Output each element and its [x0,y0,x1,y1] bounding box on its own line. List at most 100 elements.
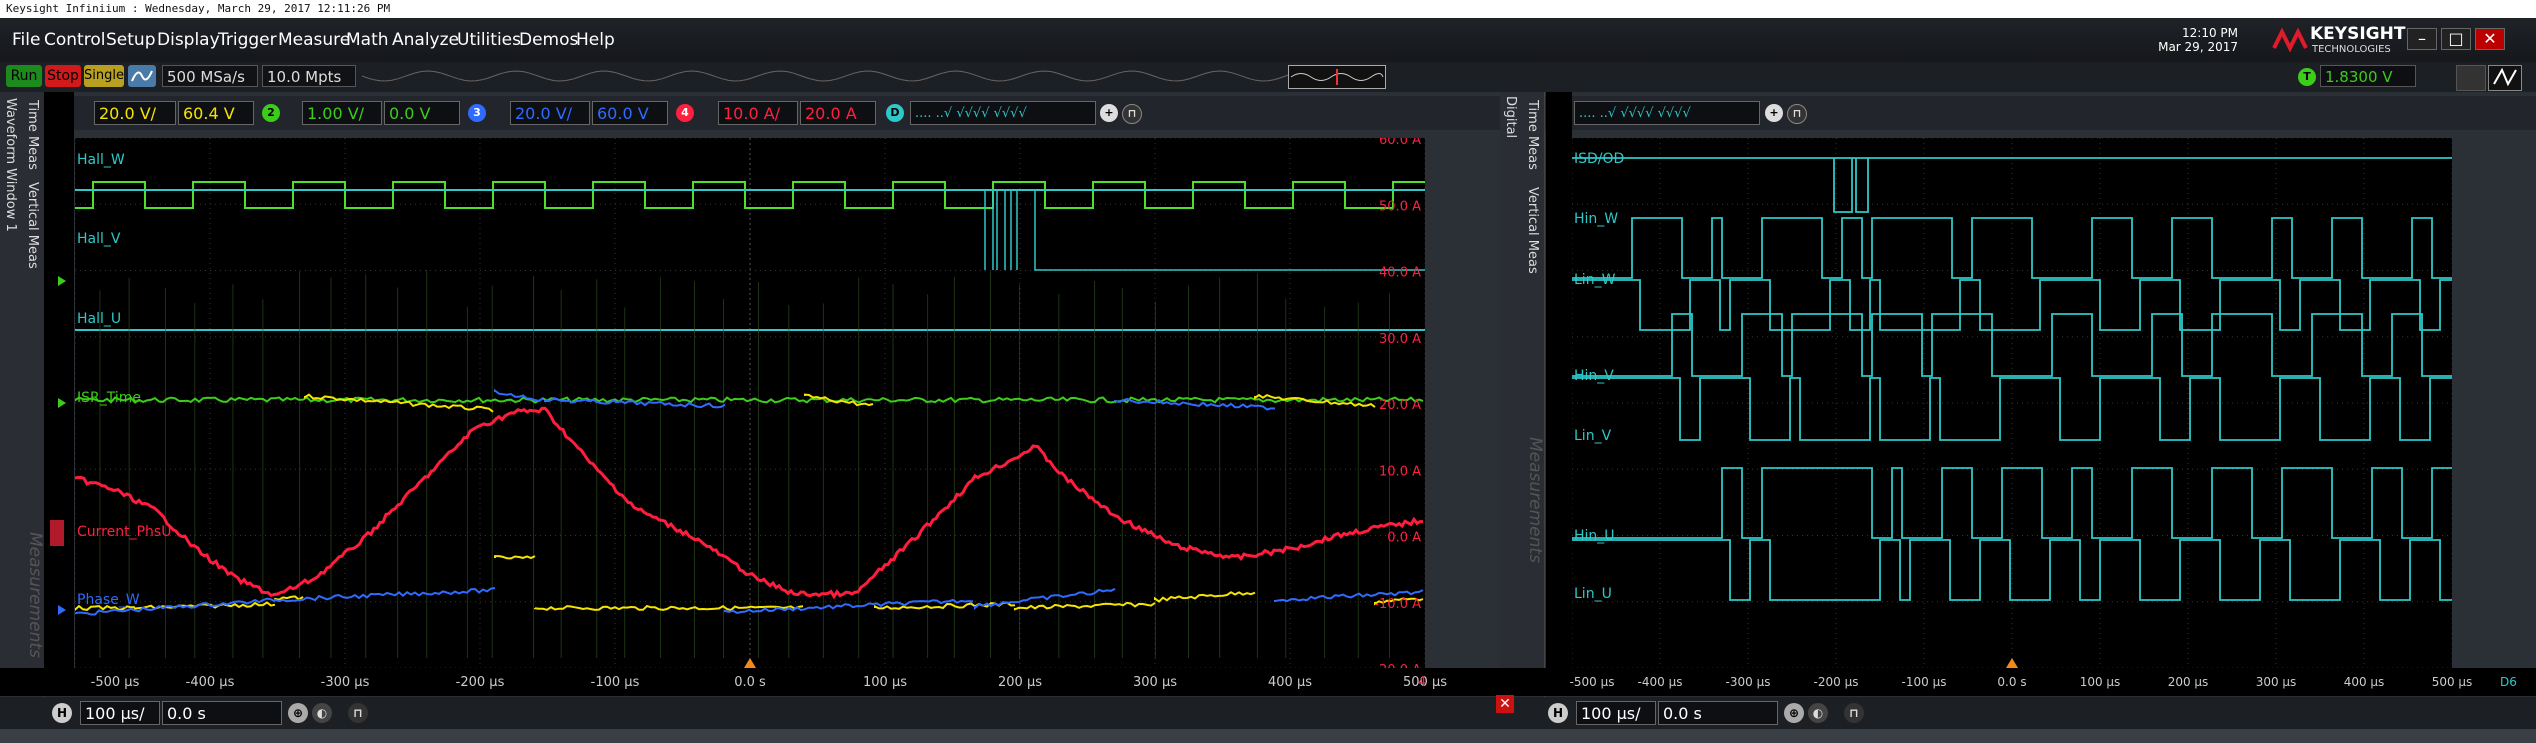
clock-time: 12:10 PM [2182,26,2238,40]
time-axis-labels: -500 µs -400 µs -300 µs -200 µs -100 µs 0.0 s… [0,668,2536,696]
menu-control[interactable]: Control [44,30,105,50]
keysight-logo-icon [2272,28,2308,52]
trace-label-left: Hall_V [77,231,121,247]
menu-math[interactable]: Math [346,30,389,50]
close-panel-icon[interactable]: ✕ [1496,695,1514,713]
menu-trigger[interactable]: Trigger [218,30,277,50]
memory-bar-viewport[interactable] [1288,65,1386,89]
menu-setup[interactable]: Setup [106,30,155,50]
tools-icon[interactable] [2456,65,2486,91]
current-axis-ticks: 60.0 A 50.0 A 40.0 A 30.0 A 20.0 A 10.0 A 0.0 … [1374,133,1421,678]
digital-tab-label: Digital [1503,96,1518,139]
time-tick-right: 400 µs [2344,675,2385,689]
digital-bits-field[interactable]: .... ..√ √√√√ √√√√ [910,101,1096,125]
timebase-bar: H 100 µs/ 0.0 s ⊕ ◐ ⊓ ✕ H 100 µs/ 0.0 s … [0,695,2536,729]
vertical-meas-tab[interactable]: Vertical Meas [25,182,40,269]
corner-tag-right: D6 [2500,675,2517,689]
ch1-offset-field[interactable]: 60.4 V [178,101,254,125]
grid-left [74,137,1426,669]
time-meas-tab-right[interactable]: Time Meas [1525,100,1540,170]
trace-ch3-segment [494,388,544,402]
ch1-scale-field[interactable]: 20.0 V/ [94,101,176,125]
current-axis-tick: 30.0 A [1379,332,1421,347]
single-button[interactable]: Single [84,65,124,87]
maximize-button[interactable]: □ [2441,28,2471,50]
current-axis-tick: 40.0 A [1379,266,1421,281]
horizontal-icon[interactable]: H [52,703,72,723]
digital-plot-right[interactable]: D6ISD/ODD5Hin_WD2Lin_WD4Hin_VD1Lin_VD3Hi… [1560,137,2453,669]
menu-display[interactable]: Display [157,30,220,50]
menu-analyze[interactable]: Analyze [392,30,459,50]
time-meas-tab[interactable]: Time Meas [25,100,40,170]
current-axis-tick: 60.0 A [1379,138,1421,148]
knob-icon-right[interactable]: ◐ [1808,703,1828,723]
trigger-marker-icon [744,658,756,668]
zoom-icon[interactable]: ⊕ [288,703,308,723]
pin-icon-bottom-right[interactable]: ⊓ [1844,703,1864,723]
pin-icon-right[interactable]: ⊓ [1787,104,1807,124]
trigger-level-field[interactable]: 1.8300 V [2320,65,2416,87]
digital-tab[interactable]: Digital [1500,92,1523,732]
time-tick-right: -500 µs [1570,675,1615,689]
trace-isr-time [74,396,1424,404]
ch4-scale-field[interactable]: 10.0 A/ [718,101,798,125]
time-tick-right: -100 µs [1902,675,1947,689]
time-tick-left: -400 µs [186,675,235,690]
run-button[interactable]: Run [6,65,42,87]
time-tick-left: -500 µs [91,675,140,690]
measurements-tab[interactable]: Measurements [25,532,45,658]
auto-scale-button[interactable] [2488,65,2522,91]
vertical-meas-tab-right[interactable]: Vertical Meas [1525,187,1540,274]
pin-icon[interactable]: ⊓ [1122,104,1142,124]
measurements-tab-right[interactable]: Measurements [1525,437,1545,563]
trace-label-right: Hin_V [1574,368,1614,384]
ch4-offset-field[interactable]: 20.0 A [800,101,876,125]
trace-ch1-segment [304,393,494,413]
menu-file[interactable]: File [12,30,40,50]
channel-bar: 1 20.0 V/ 60.4 V 2 1.00 V/ 0.0 V 3 20.0 … [0,96,2536,130]
waveform-plot-left[interactable]: D9Hall_WD8Hall_VD7Hall_UISR_TimeCurrent_… [59,133,1446,678]
ch2-scale-field[interactable]: 1.00 V/ [302,101,382,125]
menu-measure[interactable]: Measure [278,30,350,50]
minimize-button[interactable]: – [2407,28,2437,50]
timebase-scale-field-right[interactable]: 100 µs/ [1576,701,1656,725]
auto-scale-icon[interactable] [128,65,156,87]
ch3-offset-field[interactable]: 60.0 V [592,101,668,125]
ch2-offset-field[interactable]: 0.0 V [384,101,460,125]
zoom-icon-right[interactable]: ⊕ [1784,703,1804,723]
knob-icon[interactable]: ◐ [312,703,332,723]
timebase-scale-field[interactable]: 100 µs/ [80,701,160,725]
timebase-position-field-right[interactable]: 0.0 s [1658,701,1778,725]
trace-tag-right: D0 [1572,589,1573,599]
menu-demos[interactable]: Demos [519,30,578,50]
menu-help[interactable]: Help [576,30,615,50]
clock: 12:10 PM Mar 29, 2017 [2158,26,2238,54]
ch3-scale-field[interactable]: 20.0 V/ [510,101,590,125]
trace-lin-w [1572,279,2452,331]
waveform-window-tab[interactable]: Waveform Window 1 [0,92,23,732]
channel-4-icon[interactable]: 4 [676,104,694,122]
pin-icon-bottom[interactable]: ⊓ [348,703,368,723]
window-title: Keysight Infiniium : Wednesday, March 29… [0,0,2536,18]
clock-date: Mar 29, 2017 [2158,40,2238,54]
status-strip [0,729,2536,743]
digital-icon[interactable]: D [886,104,904,122]
time-tick-left: -100 µs [591,675,640,690]
digital-bits-field-right[interactable]: .... ..√ √√√√ √√√√ [1574,101,1760,125]
timebase-position-field[interactable]: 0.0 s [162,701,282,725]
channel-3-icon[interactable]: 3 [468,104,486,122]
time-tick-left: 100 µs [863,675,907,690]
trace-label-right: ISD/OD [1574,151,1624,167]
waveform-canvas-left: D9Hall_WD8Hall_VD7Hall_UISR_TimeCurrent_… [59,133,1446,678]
memory-bar-wave-icon [362,70,1382,82]
memory-depth-field[interactable]: 10.0 Mpts [262,65,356,87]
close-button[interactable]: ✕ [2475,28,2505,50]
channel-2-icon[interactable]: 2 [262,104,280,122]
trace-label-left: Hall_W [77,152,125,168]
sample-rate-field[interactable]: 500 MSa/s [162,65,258,87]
add-channel-icon[interactable]: + [1100,104,1118,122]
stop-button[interactable]: Stop [45,65,81,87]
menu-utilities[interactable]: Utilities [457,30,521,50]
horizontal-icon-right[interactable]: H [1548,703,1568,723]
add-channel-icon-right[interactable]: + [1765,104,1783,122]
